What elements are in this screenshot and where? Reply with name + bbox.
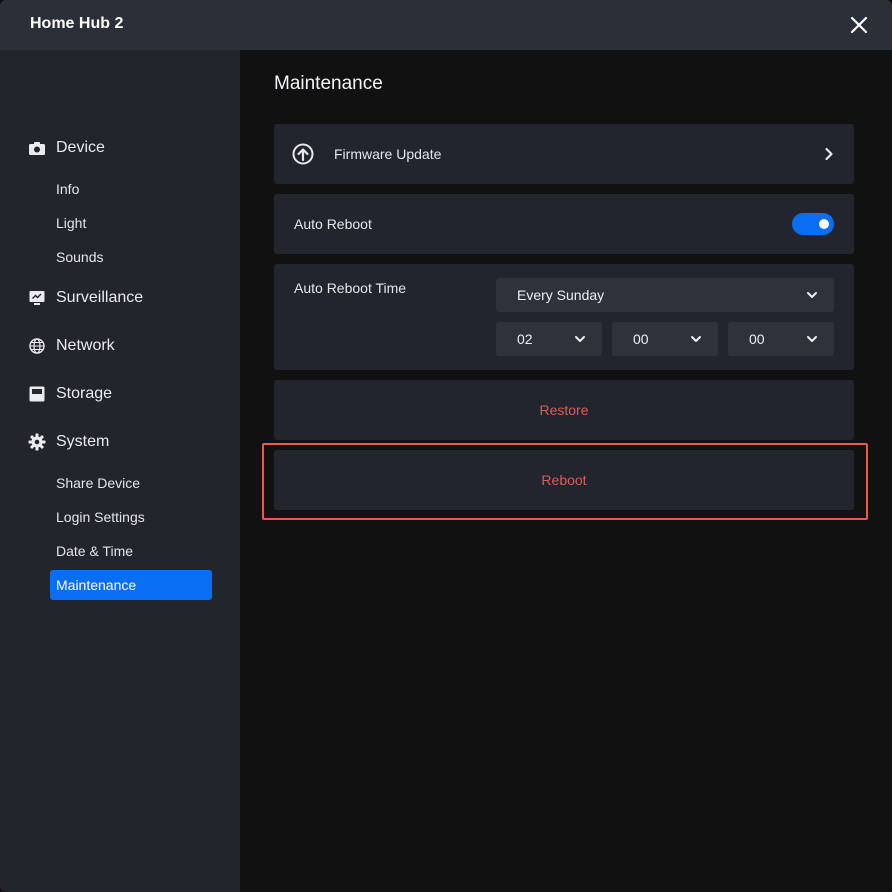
sidebar-item-login-settings[interactable]: Login Settings	[50, 502, 212, 532]
sidebar-item-maintenance[interactable]: Maintenance	[50, 570, 212, 600]
page-title: Maintenance	[274, 73, 383, 94]
reboot-minute-select[interactable]: 00	[612, 322, 718, 356]
settings-window: Home Hub 2 Device Info Light Sounds Surv…	[0, 0, 892, 892]
sidebar-item-sounds[interactable]: Sounds	[50, 242, 212, 272]
select-value: Every Sunday	[517, 287, 605, 303]
sidebar-group-label: Storage	[56, 385, 113, 402]
gear-icon	[28, 433, 46, 451]
chevron-down-icon	[575, 336, 585, 342]
sidebar-group-label: Device	[56, 139, 105, 156]
restore-button[interactable]: Restore	[274, 380, 854, 440]
chevron-down-icon	[691, 336, 701, 342]
sidebar-group-device[interactable]: Device	[28, 139, 105, 157]
reboot-day-select[interactable]: Every Sunday	[496, 278, 834, 312]
firmware-update-row[interactable]: Firmware Update	[274, 124, 854, 184]
sidebar-group-storage[interactable]: Storage	[28, 385, 112, 403]
window-title: Home Hub 2	[30, 15, 124, 32]
storage-icon	[29, 386, 45, 402]
reboot-label: Reboot	[541, 472, 587, 488]
reboot-hour-select[interactable]: 02	[496, 322, 602, 356]
camera-icon	[29, 142, 45, 155]
sidebar-group-system[interactable]: System	[28, 433, 109, 451]
close-icon	[850, 16, 868, 34]
sidebar-group-label: System	[56, 433, 110, 450]
chevron-down-icon	[807, 336, 817, 342]
auto-reboot-time-row: Auto Reboot Time Every Sunday 02 00 00	[274, 264, 854, 370]
globe-icon	[29, 338, 45, 354]
sidebar-group-network[interactable]: Network	[28, 337, 115, 355]
sidebar-group-label: Surveillance	[56, 289, 144, 306]
sidebar-item-info[interactable]: Info	[50, 174, 212, 204]
auto-reboot-time-label: Auto Reboot Time	[294, 280, 407, 296]
auto-reboot-toggle[interactable]	[792, 213, 834, 235]
select-value: 00	[749, 331, 765, 347]
sidebar-group-label: Network	[56, 337, 115, 354]
toggle-knob	[819, 219, 829, 229]
select-value: 00	[633, 331, 649, 347]
sidebar: Device Info Light Sounds Surveillance Ne…	[0, 50, 240, 892]
sidebar-item-light[interactable]: Light	[50, 208, 212, 238]
title-bar: Home Hub 2	[0, 0, 892, 50]
main-panel: Maintenance Firmware Update Auto Reboot …	[240, 50, 892, 892]
firmware-update-label: Firmware Update	[334, 146, 442, 162]
auto-reboot-label: Auto Reboot	[294, 216, 372, 232]
sidebar-item-date-time[interactable]: Date & Time	[50, 536, 212, 566]
sidebar-group-surveillance[interactable]: Surveillance	[28, 289, 143, 307]
restore-label: Restore	[539, 402, 589, 418]
chevron-right-icon	[825, 147, 833, 161]
chevron-down-icon	[807, 292, 817, 298]
sidebar-item-share-device[interactable]: Share Device	[50, 468, 212, 498]
close-button[interactable]	[846, 12, 872, 38]
select-value: 02	[517, 331, 533, 347]
reboot-second-select[interactable]: 00	[728, 322, 834, 356]
monitor-icon	[29, 291, 45, 305]
upload-icon	[292, 143, 314, 165]
reboot-button[interactable]: Reboot	[274, 450, 854, 510]
auto-reboot-row: Auto Reboot	[274, 194, 854, 254]
